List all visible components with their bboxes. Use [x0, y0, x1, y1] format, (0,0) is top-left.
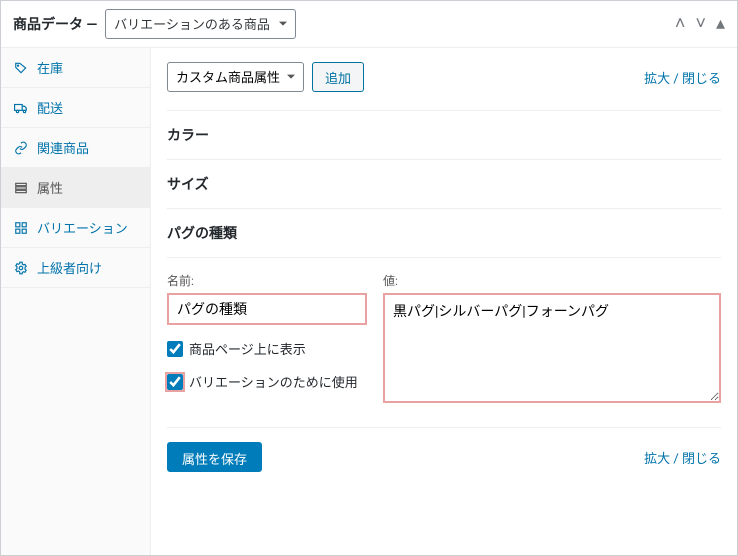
sidebar-item-attributes[interactable]: 属性: [1, 168, 150, 208]
sidebar-item-label: 上級者向け: [37, 258, 102, 277]
sidebar-item-label: 配送: [37, 98, 63, 117]
attribute-values-textarea[interactable]: [383, 293, 721, 403]
sidebar-item-label: 関連商品: [37, 138, 89, 157]
sidebar-item-label: 属性: [37, 178, 63, 197]
product-type-select[interactable]: バリエーションのある商品: [105, 9, 296, 39]
save-attributes-button[interactable]: 属性を保存: [167, 442, 262, 472]
add-button[interactable]: 追加: [312, 62, 364, 92]
variation-checkbox-label: バリエーションのために使用: [189, 372, 358, 391]
panel-down-icon[interactable]: ˅: [695, 15, 706, 33]
attribute-row-color[interactable]: カラー: [167, 110, 721, 159]
bottom-toolbar: 属性を保存 拡大 / 閉じる: [167, 427, 721, 472]
panel-toggle-icon[interactable]: ▴: [716, 15, 725, 33]
attribute-left-column: 名前: 商品ページ上に表示 バリエーションのために使用: [167, 272, 367, 407]
visible-checkbox-label: 商品ページ上に表示: [189, 339, 306, 358]
attribute-row-pug-type[interactable]: パグの種類: [167, 208, 721, 257]
list-icon: [13, 180, 29, 196]
tag-icon: [13, 60, 29, 76]
attribute-right-column: 値:: [383, 272, 721, 407]
variation-checkbox[interactable]: [167, 374, 183, 390]
sidebar-item-linked[interactable]: 関連商品: [1, 128, 150, 168]
sidebar: 在庫 配送 関連商品 属性: [1, 48, 151, 555]
panel-title: 商品データ —: [13, 14, 97, 34]
link-icon: [13, 140, 29, 156]
sidebar-item-label: バリエーション: [37, 218, 128, 237]
sidebar-item-inventory[interactable]: 在庫: [1, 48, 150, 88]
visible-checkbox[interactable]: [167, 341, 183, 357]
product-data-panel: 商品データ — バリエーションのある商品 ˄ ˅ ▴ 在庫 配送: [0, 0, 738, 556]
value-label: 値:: [383, 272, 721, 289]
grid-icon: [13, 220, 29, 236]
attribute-type-select[interactable]: カスタム商品属性: [167, 62, 304, 92]
visible-checkbox-row: 商品ページ上に表示: [167, 339, 367, 358]
sidebar-item-label: 在庫: [37, 58, 63, 77]
attribute-edit-form: 名前: 商品ページ上に表示 バリエーションのために使用 値:: [167, 257, 721, 427]
gear-icon: [13, 260, 29, 276]
panel-header: 商品データ — バリエーションのある商品 ˄ ˅ ▴: [1, 1, 737, 48]
name-label: 名前:: [167, 272, 367, 289]
attribute-toolbar: カスタム商品属性 追加 拡大 / 閉じる: [167, 62, 721, 92]
content-area: カスタム商品属性 追加 拡大 / 閉じる カラー サイズ パグの種類 名前: 商…: [151, 48, 737, 555]
sidebar-item-advanced[interactable]: 上級者向け: [1, 248, 150, 288]
panel-header-controls: ˄ ˅ ▴: [675, 15, 725, 33]
expand-close-link-bottom[interactable]: 拡大 / 閉じる: [644, 448, 721, 467]
panel-up-icon[interactable]: ˄: [675, 15, 686, 33]
attribute-name-input[interactable]: [167, 293, 367, 325]
sidebar-item-variations[interactable]: バリエーション: [1, 208, 150, 248]
attribute-row-size[interactable]: サイズ: [167, 159, 721, 208]
expand-close-link[interactable]: 拡大 / 閉じる: [644, 68, 721, 87]
panel-body: 在庫 配送 関連商品 属性: [1, 48, 737, 555]
sidebar-item-shipping[interactable]: 配送: [1, 88, 150, 128]
variation-checkbox-row: バリエーションのために使用: [167, 372, 367, 391]
truck-icon: [13, 100, 29, 116]
